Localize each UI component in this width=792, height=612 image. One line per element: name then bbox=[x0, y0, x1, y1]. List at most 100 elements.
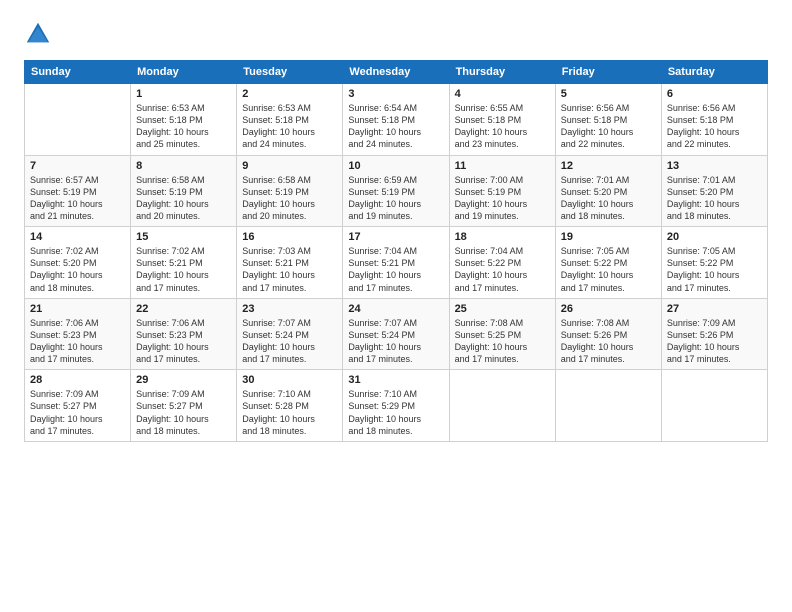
day-info: Sunrise: 6:58 AM Sunset: 5:19 PM Dayligh… bbox=[136, 174, 231, 223]
day-number: 26 bbox=[561, 303, 656, 315]
day-info: Sunrise: 7:03 AM Sunset: 5:21 PM Dayligh… bbox=[242, 245, 337, 294]
calendar-cell: 14 Sunrise: 7:02 AM Sunset: 5:20 PM Dayli… bbox=[25, 227, 131, 299]
day-number: 19 bbox=[561, 231, 656, 243]
calendar-cell: 10Sunrise: 6:59 AM Sunset: 5:19 PM Dayli… bbox=[343, 155, 449, 227]
day-number: 3 bbox=[348, 88, 443, 100]
day-number: 13 bbox=[667, 160, 762, 172]
calendar-cell: 8 Sunrise: 6:58 AM Sunset: 5:19 PM Daylig… bbox=[131, 155, 237, 227]
day-of-week-header: Sunday bbox=[25, 61, 131, 84]
day-number: 18 bbox=[455, 231, 550, 243]
day-info: Sunrise: 7:05 AM Sunset: 5:22 PM Dayligh… bbox=[667, 245, 762, 294]
day-number: 21 bbox=[30, 303, 125, 315]
calendar-cell: 5 Sunrise: 6:56 AM Sunset: 5:18 PM Daylig… bbox=[555, 84, 661, 156]
calendar-cell: 18 Sunrise: 7:04 AM Sunset: 5:22 PM Dayli… bbox=[449, 227, 555, 299]
day-number: 6 bbox=[667, 88, 762, 100]
day-number: 8 bbox=[136, 160, 231, 172]
day-info: Sunrise: 7:08 AM Sunset: 5:25 PM Dayligh… bbox=[455, 317, 550, 366]
day-info: Sunrise: 7:05 AM Sunset: 5:22 PM Dayligh… bbox=[561, 245, 656, 294]
day-number: 9 bbox=[242, 160, 337, 172]
calendar-cell bbox=[661, 370, 767, 442]
calendar-cell: 23 Sunrise: 7:07 AM Sunset: 5:24 PM Dayli… bbox=[237, 298, 343, 370]
day-number: 22 bbox=[136, 303, 231, 315]
day-number: 14 bbox=[30, 231, 125, 243]
day-info: Sunrise: 7:10 AM Sunset: 5:29 PM Dayligh… bbox=[348, 388, 443, 437]
day-info: Sunrise: 6:55 AM Sunset: 5:18 PM Dayligh… bbox=[455, 102, 550, 151]
day-info: Sunrise: 7:01 AM Sunset: 5:20 PM Dayligh… bbox=[667, 174, 762, 223]
day-info: Sunrise: 7:00 AM Sunset: 5:19 PM Dayligh… bbox=[455, 174, 550, 223]
calendar-cell: 13 Sunrise: 7:01 AM Sunset: 5:20 PM Dayli… bbox=[661, 155, 767, 227]
day-info: Sunrise: 6:54 AM Sunset: 5:18 PM Dayligh… bbox=[348, 102, 443, 151]
day-number: 24 bbox=[348, 303, 443, 315]
logo bbox=[24, 20, 56, 48]
day-number: 27 bbox=[667, 303, 762, 315]
day-number: 29 bbox=[136, 374, 231, 386]
day-number: 2 bbox=[242, 88, 337, 100]
calendar-week-row: 7 Sunrise: 6:57 AM Sunset: 5:19 PM Daylig… bbox=[25, 155, 768, 227]
day-number: 23 bbox=[242, 303, 337, 315]
logo-icon bbox=[24, 20, 52, 48]
day-number: 16 bbox=[242, 231, 337, 243]
calendar-cell: 16 Sunrise: 7:03 AM Sunset: 5:21 PM Dayli… bbox=[237, 227, 343, 299]
calendar-cell: 6 Sunrise: 6:56 AM Sunset: 5:18 PM Daylig… bbox=[661, 84, 767, 156]
day-number: 11 bbox=[455, 160, 550, 172]
calendar-week-row: 21 Sunrise: 7:06 AM Sunset: 5:23 PM Dayli… bbox=[25, 298, 768, 370]
header bbox=[24, 20, 768, 48]
day-info: Sunrise: 6:57 AM Sunset: 5:19 PM Dayligh… bbox=[30, 174, 125, 223]
day-number: 30 bbox=[242, 374, 337, 386]
day-info: Sunrise: 7:06 AM Sunset: 5:23 PM Dayligh… bbox=[30, 317, 125, 366]
calendar-week-row: 1 Sunrise: 6:53 AM Sunset: 5:18 PM Daylig… bbox=[25, 84, 768, 156]
day-info: Sunrise: 7:08 AM Sunset: 5:26 PM Dayligh… bbox=[561, 317, 656, 366]
day-number: 20 bbox=[667, 231, 762, 243]
day-of-week-header: Thursday bbox=[449, 61, 555, 84]
calendar-header-row: SundayMondayTuesdayWednesdayThursdayFrid… bbox=[25, 61, 768, 84]
day-of-week-header: Friday bbox=[555, 61, 661, 84]
calendar-cell: 15Sunrise: 7:02 AM Sunset: 5:21 PM Dayli… bbox=[131, 227, 237, 299]
day-info: Sunrise: 7:07 AM Sunset: 5:24 PM Dayligh… bbox=[242, 317, 337, 366]
day-number: 5 bbox=[561, 88, 656, 100]
day-number: 17 bbox=[348, 231, 443, 243]
day-info: Sunrise: 7:02 AM Sunset: 5:20 PM Dayligh… bbox=[30, 245, 125, 294]
calendar-cell bbox=[449, 370, 555, 442]
day-number: 31 bbox=[348, 374, 443, 386]
day-info: Sunrise: 7:04 AM Sunset: 5:22 PM Dayligh… bbox=[455, 245, 550, 294]
day-info: Sunrise: 6:53 AM Sunset: 5:18 PM Dayligh… bbox=[136, 102, 231, 151]
calendar-cell: 31 Sunrise: 7:10 AM Sunset: 5:29 PM Dayli… bbox=[343, 370, 449, 442]
day-info: Sunrise: 7:09 AM Sunset: 5:27 PM Dayligh… bbox=[136, 388, 231, 437]
calendar-cell: 22 Sunrise: 7:06 AM Sunset: 5:23 PM Dayli… bbox=[131, 298, 237, 370]
day-info: Sunrise: 7:07 AM Sunset: 5:24 PM Dayligh… bbox=[348, 317, 443, 366]
calendar-week-row: 14 Sunrise: 7:02 AM Sunset: 5:20 PM Dayli… bbox=[25, 227, 768, 299]
day-info: Sunrise: 6:56 AM Sunset: 5:18 PM Dayligh… bbox=[667, 102, 762, 151]
calendar-cell: 4Sunrise: 6:55 AM Sunset: 5:18 PM Daylig… bbox=[449, 84, 555, 156]
page: SundayMondayTuesdayWednesdayThursdayFrid… bbox=[0, 0, 792, 612]
calendar-cell bbox=[25, 84, 131, 156]
calendar-cell: 29 Sunrise: 7:09 AM Sunset: 5:27 PM Dayli… bbox=[131, 370, 237, 442]
day-info: Sunrise: 6:56 AM Sunset: 5:18 PM Dayligh… bbox=[561, 102, 656, 151]
day-number: 10 bbox=[348, 160, 443, 172]
day-number: 25 bbox=[455, 303, 550, 315]
calendar-cell: 11 Sunrise: 7:00 AM Sunset: 5:19 PM Dayli… bbox=[449, 155, 555, 227]
day-info: Sunrise: 7:10 AM Sunset: 5:28 PM Dayligh… bbox=[242, 388, 337, 437]
calendar-cell: 7 Sunrise: 6:57 AM Sunset: 5:19 PM Daylig… bbox=[25, 155, 131, 227]
day-info: Sunrise: 6:58 AM Sunset: 5:19 PM Dayligh… bbox=[242, 174, 337, 223]
day-number: 28 bbox=[30, 374, 125, 386]
calendar-cell: 30 Sunrise: 7:10 AM Sunset: 5:28 PM Dayli… bbox=[237, 370, 343, 442]
calendar-cell: 17Sunrise: 7:04 AM Sunset: 5:21 PM Dayli… bbox=[343, 227, 449, 299]
calendar-cell: 26 Sunrise: 7:08 AM Sunset: 5:26 PM Dayli… bbox=[555, 298, 661, 370]
calendar-cell: 24 Sunrise: 7:07 AM Sunset: 5:24 PM Dayli… bbox=[343, 298, 449, 370]
calendar-cell: 21 Sunrise: 7:06 AM Sunset: 5:23 PM Dayli… bbox=[25, 298, 131, 370]
day-number: 15 bbox=[136, 231, 231, 243]
day-info: Sunrise: 7:06 AM Sunset: 5:23 PM Dayligh… bbox=[136, 317, 231, 366]
calendar-cell: 3 Sunrise: 6:54 AM Sunset: 5:18 PM Daylig… bbox=[343, 84, 449, 156]
day-of-week-header: Tuesday bbox=[237, 61, 343, 84]
day-of-week-header: Saturday bbox=[661, 61, 767, 84]
day-number: 7 bbox=[30, 160, 125, 172]
calendar-cell: 20 Sunrise: 7:05 AM Sunset: 5:22 PM Dayli… bbox=[661, 227, 767, 299]
calendar-cell: 12Sunrise: 7:01 AM Sunset: 5:20 PM Dayli… bbox=[555, 155, 661, 227]
calendar-cell: 28Sunrise: 7:09 AM Sunset: 5:27 PM Dayli… bbox=[25, 370, 131, 442]
calendar-week-row: 28 Sunrise: 7:09 AM Sunset: 5:27 PM Dayli… bbox=[25, 370, 768, 442]
calendar-cell: 2Sunrise: 6:53 AM Sunset: 5:18 PM Daylig… bbox=[237, 84, 343, 156]
day-number: 1 bbox=[136, 88, 231, 100]
calendar-cell bbox=[555, 370, 661, 442]
calendar-table: SundayMondayTuesdayWednesdayThursdayFrid… bbox=[24, 60, 768, 442]
day-number: 12 bbox=[561, 160, 656, 172]
